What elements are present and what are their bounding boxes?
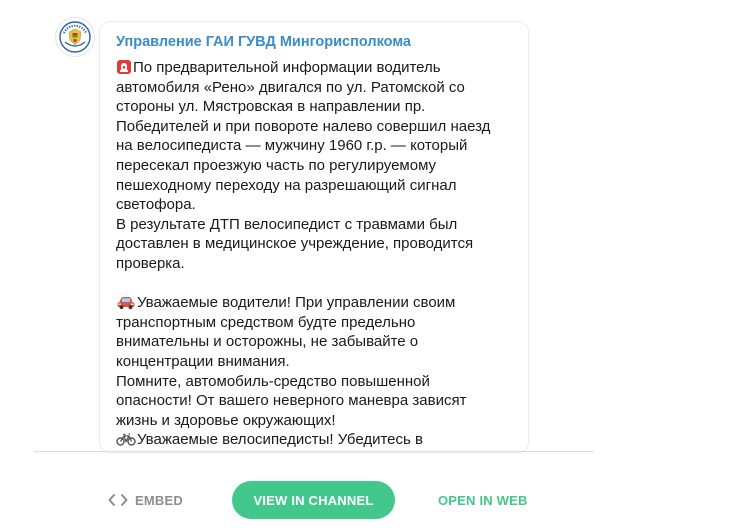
message-line-text: светофора. xyxy=(116,196,196,214)
view-in-channel-button[interactable]: VIEW IN CHANNEL xyxy=(232,481,395,519)
message-line-text: пересекал проезжую часть по регулируемом… xyxy=(116,156,437,174)
message-line: жизнь и здоровье окружающих! xyxy=(116,411,516,431)
message-line-text: транспортным средством будте предельно xyxy=(116,313,416,331)
message-line: проверка. xyxy=(116,254,516,274)
message-line: транспортным средством будте предельно xyxy=(116,313,516,333)
message-line: стороны ул. Мястровская в направлении пр… xyxy=(116,97,516,117)
message-line-text: В результате ДТП велосипедист с травмами… xyxy=(116,215,458,233)
message-line-text: жизнь и здоровье окружающих! xyxy=(116,411,336,429)
message-line: Помните, автомобиль-средство повышенной xyxy=(116,372,516,392)
message-line-text: внимательны и осторожны, не забывайте о xyxy=(116,333,419,351)
message-line-text: стороны ул. Мястровская в направлении пр… xyxy=(116,98,426,116)
message-line: По предварительной информации водитель xyxy=(116,58,516,78)
message-line: опасности! От вашего неверного маневра з… xyxy=(116,391,516,411)
message-line: Уважаемые водители! При управлении своим xyxy=(116,293,516,313)
gai-emblem-icon xyxy=(57,19,93,55)
message-line: Победителей и при повороте налево соверш… xyxy=(116,117,516,137)
message-line-text: опасности! От вашего неверного маневра з… xyxy=(116,392,467,410)
embed-button[interactable]: EMBED xyxy=(108,490,183,510)
message-line-text: Уважаемые водители! При управлении своим xyxy=(137,294,456,312)
message-line-text: Уважаемые велосипедисты! Убедитесь в xyxy=(137,431,423,449)
message-line: светофора. xyxy=(116,195,516,215)
message-line: В результате ДТП велосипедист с травмами… xyxy=(116,215,516,235)
message-line-text: доставлен в медицинское учреждение, пров… xyxy=(116,235,474,253)
message-line-text: По предварительной информации водитель xyxy=(133,59,441,76)
message-line: внимательны и осторожны, не забывайте о xyxy=(116,332,516,352)
message-line-text: пешеходному переходу на разрешающий сигн… xyxy=(116,176,457,194)
message-line-text: автомобиля «Рено» двигался по ул. Ратомс… xyxy=(116,78,465,96)
message-line-text: Победителей и при повороте налево соверш… xyxy=(116,117,491,135)
message-line: доставлен в медицинское учреждение, пров… xyxy=(116,234,516,254)
bicycle-icon xyxy=(116,431,136,452)
message-line-text: проверка. xyxy=(116,254,185,272)
code-brackets-icon xyxy=(108,494,128,506)
footer-divider xyxy=(34,451,594,452)
message-line-text: концентрации внимания. xyxy=(116,352,290,370)
message-line: пересекал проезжую часть по регулируемом… xyxy=(116,156,516,176)
channel-avatar[interactable] xyxy=(56,18,94,56)
embed-label: EMBED xyxy=(135,492,183,508)
message-line-text: на велосипедиста — мужчину 1960 г.р. — к… xyxy=(116,137,468,155)
message-line-text: Помните, автомобиль-средство повышенной xyxy=(116,372,430,390)
message-line: пешеходному переходу на разрешающий сигн… xyxy=(116,176,516,196)
open-in-web-button[interactable]: OPEN IN WEB xyxy=(438,490,528,510)
message-line: Уважаемые велосипедисты! Убедитесь в xyxy=(116,430,516,450)
message-text: По предварительной информации водитель ав… xyxy=(116,58,516,450)
channel-name-link[interactable]: Управление ГАИ ГУВД Мингорисполкома xyxy=(116,34,411,50)
message-line: автомобиля «Рено» двигался по ул. Ратомс… xyxy=(116,78,516,98)
message-line: концентрации внимания. xyxy=(116,352,516,372)
message-bubble: Управление ГАИ ГУВД Мингорисполкома По п… xyxy=(100,22,528,452)
telegram-widget: Управление ГАИ ГУВД Мингорисполкома По п… xyxy=(0,0,730,528)
message-line: на велосипедиста — мужчину 1960 г.р. — к… xyxy=(116,136,516,156)
